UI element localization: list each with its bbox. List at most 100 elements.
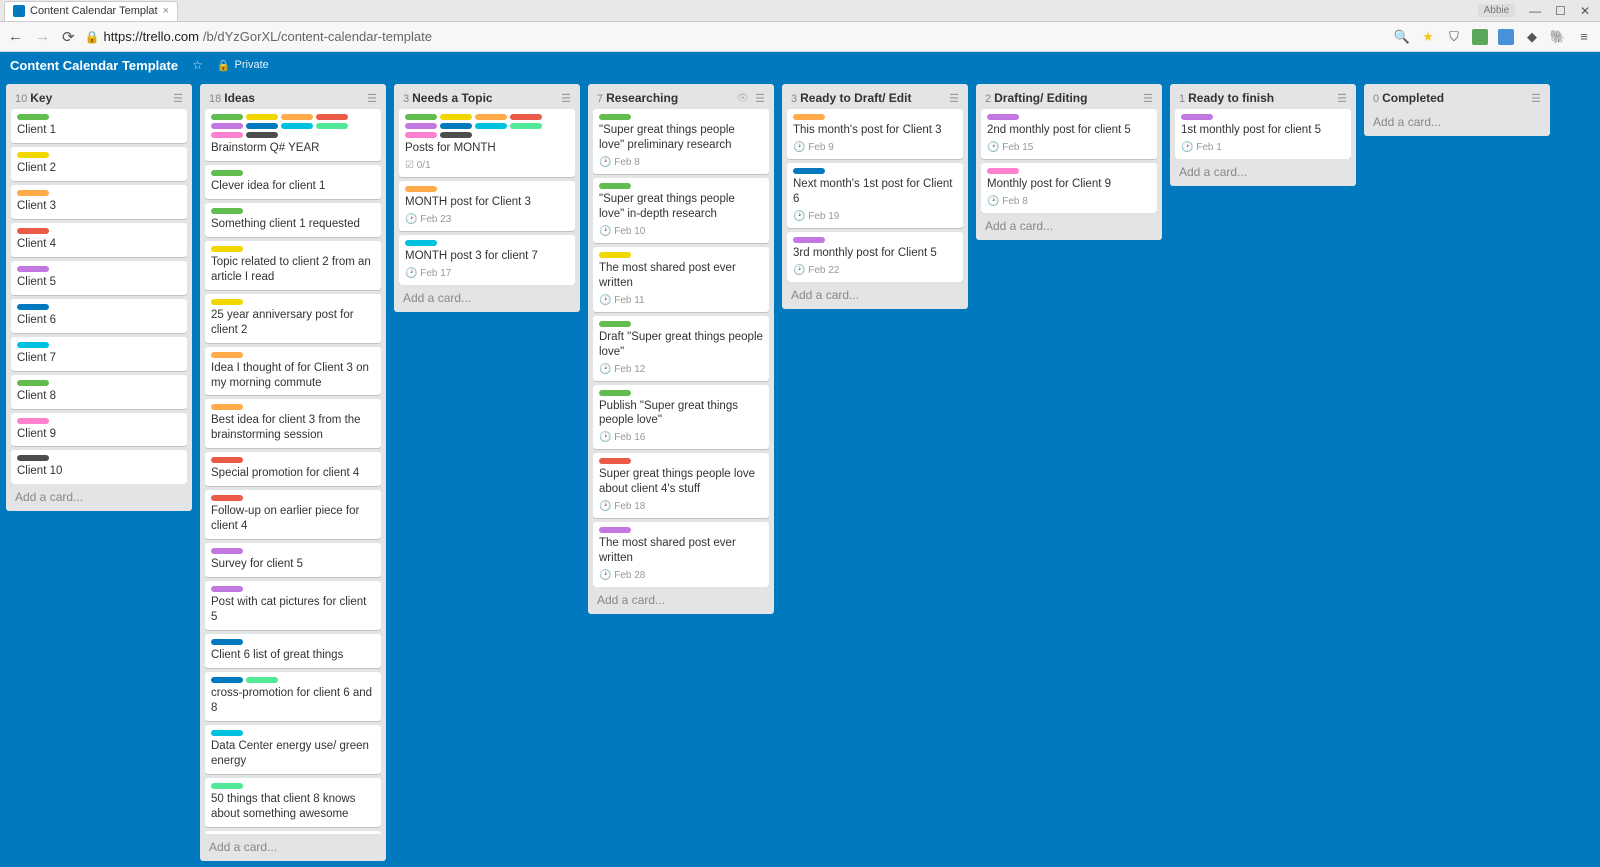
card[interactable]: This month's post for Client 3🕑 Feb 9	[787, 109, 963, 159]
card-labels	[211, 170, 375, 176]
pocket-icon[interactable]: ⛉	[1446, 29, 1462, 45]
chrome-menu-icon[interactable]: ≡	[1576, 29, 1592, 45]
nav-reload-icon[interactable]: ⟳	[62, 28, 75, 46]
browser-tab[interactable]: Content Calendar Templat ×	[4, 1, 178, 21]
add-card-button[interactable]: Add a card...	[1369, 109, 1545, 131]
list-menu-icon[interactable]: ☰	[1531, 92, 1541, 105]
label-red	[211, 495, 243, 501]
card[interactable]: Client 6 list of great things	[205, 634, 381, 668]
label-pink	[17, 418, 49, 424]
card[interactable]: Special promotion for client 4	[205, 452, 381, 486]
list-header[interactable]: 7Researching👁☰	[593, 89, 769, 109]
board-star-icon[interactable]: ☆	[192, 58, 203, 72]
card[interactable]: Publish "Super great things people love"…	[593, 385, 769, 450]
card[interactable]: Posts for MONTH☑ 0/1	[399, 109, 575, 177]
card-labels	[599, 183, 763, 189]
card[interactable]: The most shared post ever written🕑 Feb 1…	[593, 247, 769, 312]
list-menu-icon[interactable]: ☰	[367, 92, 377, 105]
list-header[interactable]: 1Ready to finish☰	[1175, 89, 1351, 109]
card[interactable]: 50 things that client 8 knows about some…	[205, 778, 381, 827]
card[interactable]: Client 6	[11, 299, 187, 333]
label-black	[17, 455, 49, 461]
list-menu-icon[interactable]: ☰	[1337, 92, 1347, 105]
card[interactable]: Idea I thought of for Client 3 on my mor…	[205, 347, 381, 396]
card[interactable]: "Super great things people love" prelimi…	[593, 109, 769, 174]
list-header[interactable]: 0Completed☰	[1369, 89, 1545, 109]
list-header[interactable]: 3Ready to Draft/ Edit☰	[787, 89, 963, 109]
nav-forward-icon[interactable]: →	[35, 28, 50, 45]
card[interactable]: Data Center energy use/ green energy	[205, 725, 381, 774]
list-header[interactable]: 3Needs a Topic☰	[399, 89, 575, 109]
card[interactable]: MONTH post 3 for client 7🕑 Feb 17	[399, 235, 575, 285]
label-green	[599, 390, 631, 396]
list-header[interactable]: 10Key☰	[11, 89, 187, 109]
card[interactable]: The most shared post ever written🕑 Feb 2…	[593, 522, 769, 587]
card[interactable]: Client 9	[11, 413, 187, 447]
add-card-button[interactable]: Add a card...	[205, 834, 381, 856]
bookmark-star-icon[interactable]: ★	[1420, 29, 1436, 45]
cards-container: Brainstorm Q# YEAR Clever idea for client…	[205, 109, 381, 834]
url-box[interactable]: 🔒 https://trello.com/b/dYzGorXL/content-…	[85, 29, 1384, 44]
add-card-button[interactable]: Add a card...	[787, 282, 963, 304]
list: 7Researching👁☰"Super great things people…	[588, 84, 774, 614]
card[interactable]: Super great things people love about cli…	[593, 453, 769, 518]
card[interactable]: 2nd monthly post for client 5🕑 Feb 15	[981, 109, 1157, 159]
label-purple	[405, 123, 437, 129]
card[interactable]: Topic related to client 2 from an articl…	[205, 241, 381, 290]
card[interactable]: Next month's 1st post for Client 6🕑 Feb …	[787, 163, 963, 228]
list-menu-icon[interactable]: ☰	[949, 92, 959, 105]
card[interactable]: Something client 1 requested	[205, 203, 381, 237]
list-menu-icon[interactable]: ☰	[1143, 92, 1153, 105]
add-card-button[interactable]: Add a card...	[981, 213, 1157, 235]
list-header[interactable]: 2Drafting/ Editing☰	[981, 89, 1157, 109]
window-minimize-icon[interactable]: —	[1529, 4, 1541, 18]
list-menu-icon[interactable]: ☰	[173, 92, 183, 105]
window-maximize-icon[interactable]: ☐	[1555, 4, 1566, 18]
nav-back-icon[interactable]: ←	[8, 28, 23, 45]
card[interactable]: 25 year anniversary post for client 2	[205, 294, 381, 343]
board-privacy[interactable]: 🔒 Private	[217, 59, 269, 72]
board-canvas[interactable]: 10Key☰Client 1 Client 2 Client 3 Client 4 Cl…	[0, 78, 1600, 867]
card[interactable]: Brainstorm Q# YEAR	[205, 109, 381, 161]
tab-close-icon[interactable]: ×	[163, 5, 169, 17]
card[interactable]: Client 7	[11, 337, 187, 371]
card[interactable]: Client 4	[11, 223, 187, 257]
add-card-button[interactable]: Add a card...	[399, 285, 575, 307]
card-labels	[17, 455, 181, 461]
address-bar: ← → ⟳ 🔒 https://trello.com/b/dYzGorXL/co…	[0, 22, 1600, 52]
board-name[interactable]: Content Calendar Template	[10, 58, 178, 73]
card[interactable]: Client 10	[11, 450, 187, 484]
card[interactable]: "Super great things people love" in-dept…	[593, 178, 769, 243]
card[interactable]: Monthly post for Client 9🕑 Feb 8	[981, 163, 1157, 213]
card[interactable]: MONTH post for Client 3🕑 Feb 23	[399, 181, 575, 231]
user-badge[interactable]: Abbie	[1478, 4, 1516, 17]
list-menu-icon[interactable]: ☰	[561, 92, 571, 105]
extension-icon[interactable]: ◆	[1524, 29, 1540, 45]
card-title: Client 6 list of great things	[211, 648, 375, 663]
card[interactable]: Post with cat pictures for client 5	[205, 581, 381, 630]
zoom-icon[interactable]: 🔍	[1394, 29, 1410, 45]
card[interactable]: 3rd monthly post for Client 5🕑 Feb 22	[787, 232, 963, 282]
card[interactable]: Survey for client 5	[205, 543, 381, 577]
card[interactable]: 1st monthly post for client 5🕑 Feb 1	[1175, 109, 1351, 159]
add-card-button[interactable]: Add a card...	[593, 587, 769, 609]
card[interactable]: Follow-up on earlier piece for client 4	[205, 490, 381, 539]
card[interactable]: Clever idea for client 1	[205, 165, 381, 199]
card[interactable]: cross-promotion for client 6 and 8	[205, 672, 381, 721]
window-close-icon[interactable]: ✕	[1580, 4, 1590, 18]
card[interactable]: Draft "Super great things people love"🕑 …	[593, 316, 769, 381]
list-header[interactable]: 18Ideas☰	[205, 89, 381, 109]
card[interactable]: Client 8	[11, 375, 187, 409]
extension-icon[interactable]	[1498, 29, 1514, 45]
evernote-icon[interactable]: 🐘	[1550, 29, 1566, 45]
card[interactable]: Client 5	[11, 261, 187, 295]
card[interactable]: Client 1	[11, 109, 187, 143]
add-card-button[interactable]: Add a card...	[1175, 159, 1351, 181]
card[interactable]: Client 3	[11, 185, 187, 219]
list-menu-icon[interactable]: ☰	[755, 92, 765, 105]
extension-icon[interactable]	[1472, 29, 1488, 45]
card[interactable]: Client 2	[11, 147, 187, 181]
card[interactable]: Best idea for client 3 from the brainsto…	[205, 399, 381, 448]
add-card-button[interactable]: Add a card...	[11, 484, 187, 506]
card-labels	[793, 114, 957, 120]
